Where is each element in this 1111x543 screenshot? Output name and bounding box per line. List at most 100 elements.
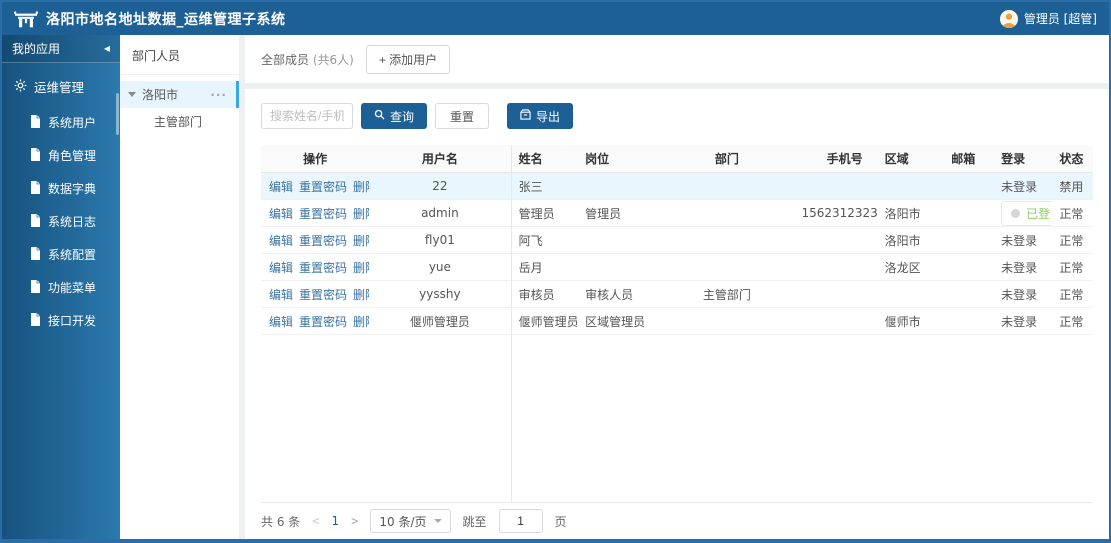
table-row[interactable]: 编辑重置密码删除 22 张三 未登录 禁用 <box>261 172 1093 200</box>
col-header-username: 用户名 <box>369 145 511 173</box>
query-button[interactable]: 查询 <box>361 103 428 129</box>
edit-link[interactable]: 编辑 <box>269 207 293 221</box>
gate-icon <box>14 9 38 29</box>
table-row[interactable]: 编辑重置密码删除 fly01 阿飞 洛阳市 未登录 正常 <box>261 226 1093 254</box>
export-button[interactable]: 导出 <box>507 103 574 129</box>
current-page-number[interactable]: 1 <box>332 514 340 528</box>
table-row[interactable]: 编辑重置密码删除 admin 管理员 管理员 15623123232 洛阳市 <box>261 199 1093 227</box>
col-header-name: 姓名 <box>510 145 578 173</box>
next-page-button[interactable]: > <box>351 514 358 528</box>
sidebar-item-system-logs[interactable]: 系统日志 <box>2 205 120 238</box>
edit-link[interactable]: 编辑 <box>269 180 293 194</box>
reset-password-link[interactable]: 重置密码 <box>299 288 347 302</box>
delete-link[interactable]: 删除 <box>353 234 369 248</box>
cell-username: yue <box>369 253 511 281</box>
pagination-total: 共 6 条 <box>261 514 301 529</box>
chevron-left-icon[interactable]: ◀ <box>104 44 110 53</box>
department-tree: 洛阳市 ··· 主管部门 <box>120 75 239 135</box>
cell-actions: 编辑重置密码删除 <box>261 199 370 227</box>
tree-node-label: 洛阳市 <box>142 88 179 102</box>
app-window: 洛阳市地名地址数据_运维管理子系统 管理员 [超管] 我的应用 ◀ 运维管理 系… <box>0 0 1111 543</box>
sidebar-scrollbar[interactable] <box>116 93 119 135</box>
cell-status: 正常 <box>1051 253 1093 281</box>
main-content: 全部成员 (共6人) + 添加用户 查询 重置 <box>245 35 1109 539</box>
sidebar-item-system-config[interactable]: 系统配置 <box>2 238 120 271</box>
reset-password-link[interactable]: 重置密码 <box>299 234 347 248</box>
delete-link[interactable]: 删除 <box>353 207 369 221</box>
cell-actions: 编辑重置密码删除 <box>261 172 370 200</box>
cell-email <box>943 199 994 227</box>
col-header-phone: 手机号 <box>793 145 877 173</box>
cell-name: 偃师管理员 <box>510 307 578 335</box>
sidebar-item-data-dict[interactable]: 数据字典 <box>2 172 120 205</box>
user-menu[interactable]: 管理员 [超管] <box>999 9 1097 28</box>
file-icon <box>30 114 41 131</box>
edit-link[interactable]: 编辑 <box>269 261 293 275</box>
tree-child-label: 主管部门 <box>154 115 203 129</box>
sidebar-apps-toggle[interactable]: 我的应用 ◀ <box>2 35 120 63</box>
caret-down-icon[interactable] <box>128 92 136 97</box>
cell-name: 岳月 <box>510 253 578 281</box>
sidebar-group-ops[interactable]: 运维管理 <box>2 63 120 106</box>
cell-phone <box>793 172 877 200</box>
cell-status: 正常 <box>1051 199 1093 227</box>
search-input[interactable] <box>261 103 353 129</box>
file-icon <box>30 147 41 164</box>
jump-page-input[interactable] <box>498 509 543 533</box>
prev-page-button[interactable]: < <box>312 514 319 528</box>
sidebar-item-role-mgmt[interactable]: 角色管理 <box>2 139 120 172</box>
table-row[interactable]: 编辑重置密码删除 偃师管理员 偃师管理员 区域管理员 偃师市 未登录 正 <box>261 307 1093 335</box>
gear-icon <box>14 79 27 95</box>
page-title: 洛阳市地名地址数据_运维管理子系统 <box>46 11 286 28</box>
cell-status: 正常 <box>1051 280 1093 308</box>
cell-actions: 编辑重置密码删除 <box>261 280 370 308</box>
delete-link[interactable]: 删除 <box>353 315 369 329</box>
delete-link[interactable]: 删除 <box>353 288 369 302</box>
delete-link[interactable]: 删除 <box>353 180 369 194</box>
logged-in-badge[interactable]: 已登录 <box>1001 200 1052 226</box>
sidebar: 我的应用 ◀ 运维管理 系统用户 角色管理 数据字典 系统日志 系统配置 功能菜… <box>2 35 120 539</box>
reset-password-link[interactable]: 重置密码 <box>299 180 347 194</box>
cell-department <box>660 253 794 281</box>
edit-link[interactable]: 编辑 <box>269 288 293 302</box>
sidebar-item-system-users[interactable]: 系统用户 <box>2 106 120 139</box>
users-card: 查询 重置 导出 <box>245 89 1109 539</box>
tree-node-supervisory-dept[interactable]: 主管部门 <box>120 108 239 135</box>
sidebar-item-function-menu[interactable]: 功能菜单 <box>2 271 120 304</box>
jump-suffix-label: 页 <box>554 514 567 529</box>
cell-username: yysshy <box>369 280 511 308</box>
sidebar-item-api-dev[interactable]: 接口开发 <box>2 304 120 337</box>
edit-link[interactable]: 编辑 <box>269 234 293 248</box>
cell-login: 未登录 <box>993 280 1052 308</box>
ellipsis-more-icon[interactable]: ··· <box>210 88 227 102</box>
cell-phone <box>793 307 877 335</box>
reset-password-link[interactable]: 重置密码 <box>299 207 347 221</box>
table-row[interactable]: 编辑重置密码删除 yue 岳月 洛龙区 未登录 正常 <box>261 253 1093 281</box>
page-size-select[interactable]: 10 条/页 <box>370 509 451 533</box>
col-header-position: 岗位 <box>577 145 661 173</box>
reset-button[interactable]: 重置 <box>435 103 490 129</box>
cell-department <box>660 172 794 200</box>
reset-password-link[interactable]: 重置密码 <box>299 315 347 329</box>
cell-department: 主管部门 <box>660 280 794 308</box>
add-user-button[interactable]: + 添加用户 <box>365 44 451 74</box>
cell-name: 审核员 <box>510 280 578 308</box>
reset-button-label: 重置 <box>450 109 475 124</box>
sidebar-item-label: 功能菜单 <box>48 281 97 295</box>
table-row[interactable]: 编辑重置密码删除 yysshy 审核员 审核人员 主管部门 未登录 正常 <box>261 280 1093 308</box>
delete-link[interactable]: 删除 <box>353 261 369 275</box>
edit-link[interactable]: 编辑 <box>269 315 293 329</box>
cell-email <box>943 172 994 200</box>
export-box-icon <box>520 109 531 123</box>
user-name-label: 管理员 [超管] <box>1023 12 1097 26</box>
cell-phone <box>793 280 877 308</box>
tree-node-luoyang[interactable]: 洛阳市 ··· <box>120 81 239 108</box>
members-count: (共6人) <box>312 52 354 67</box>
col-header-department: 部门 <box>660 145 794 173</box>
sidebar-item-label: 角色管理 <box>48 149 97 163</box>
cell-position <box>577 253 661 281</box>
reset-password-link[interactable]: 重置密码 <box>299 261 347 275</box>
col-header-status: 状态 <box>1051 145 1093 173</box>
users-table-area: 操作 用户名 姓名 岗位 部门 手机号 区域 邮箱 登录 状态 编辑 重置密码 … <box>261 145 1093 503</box>
cell-status: 禁用 <box>1051 172 1093 200</box>
